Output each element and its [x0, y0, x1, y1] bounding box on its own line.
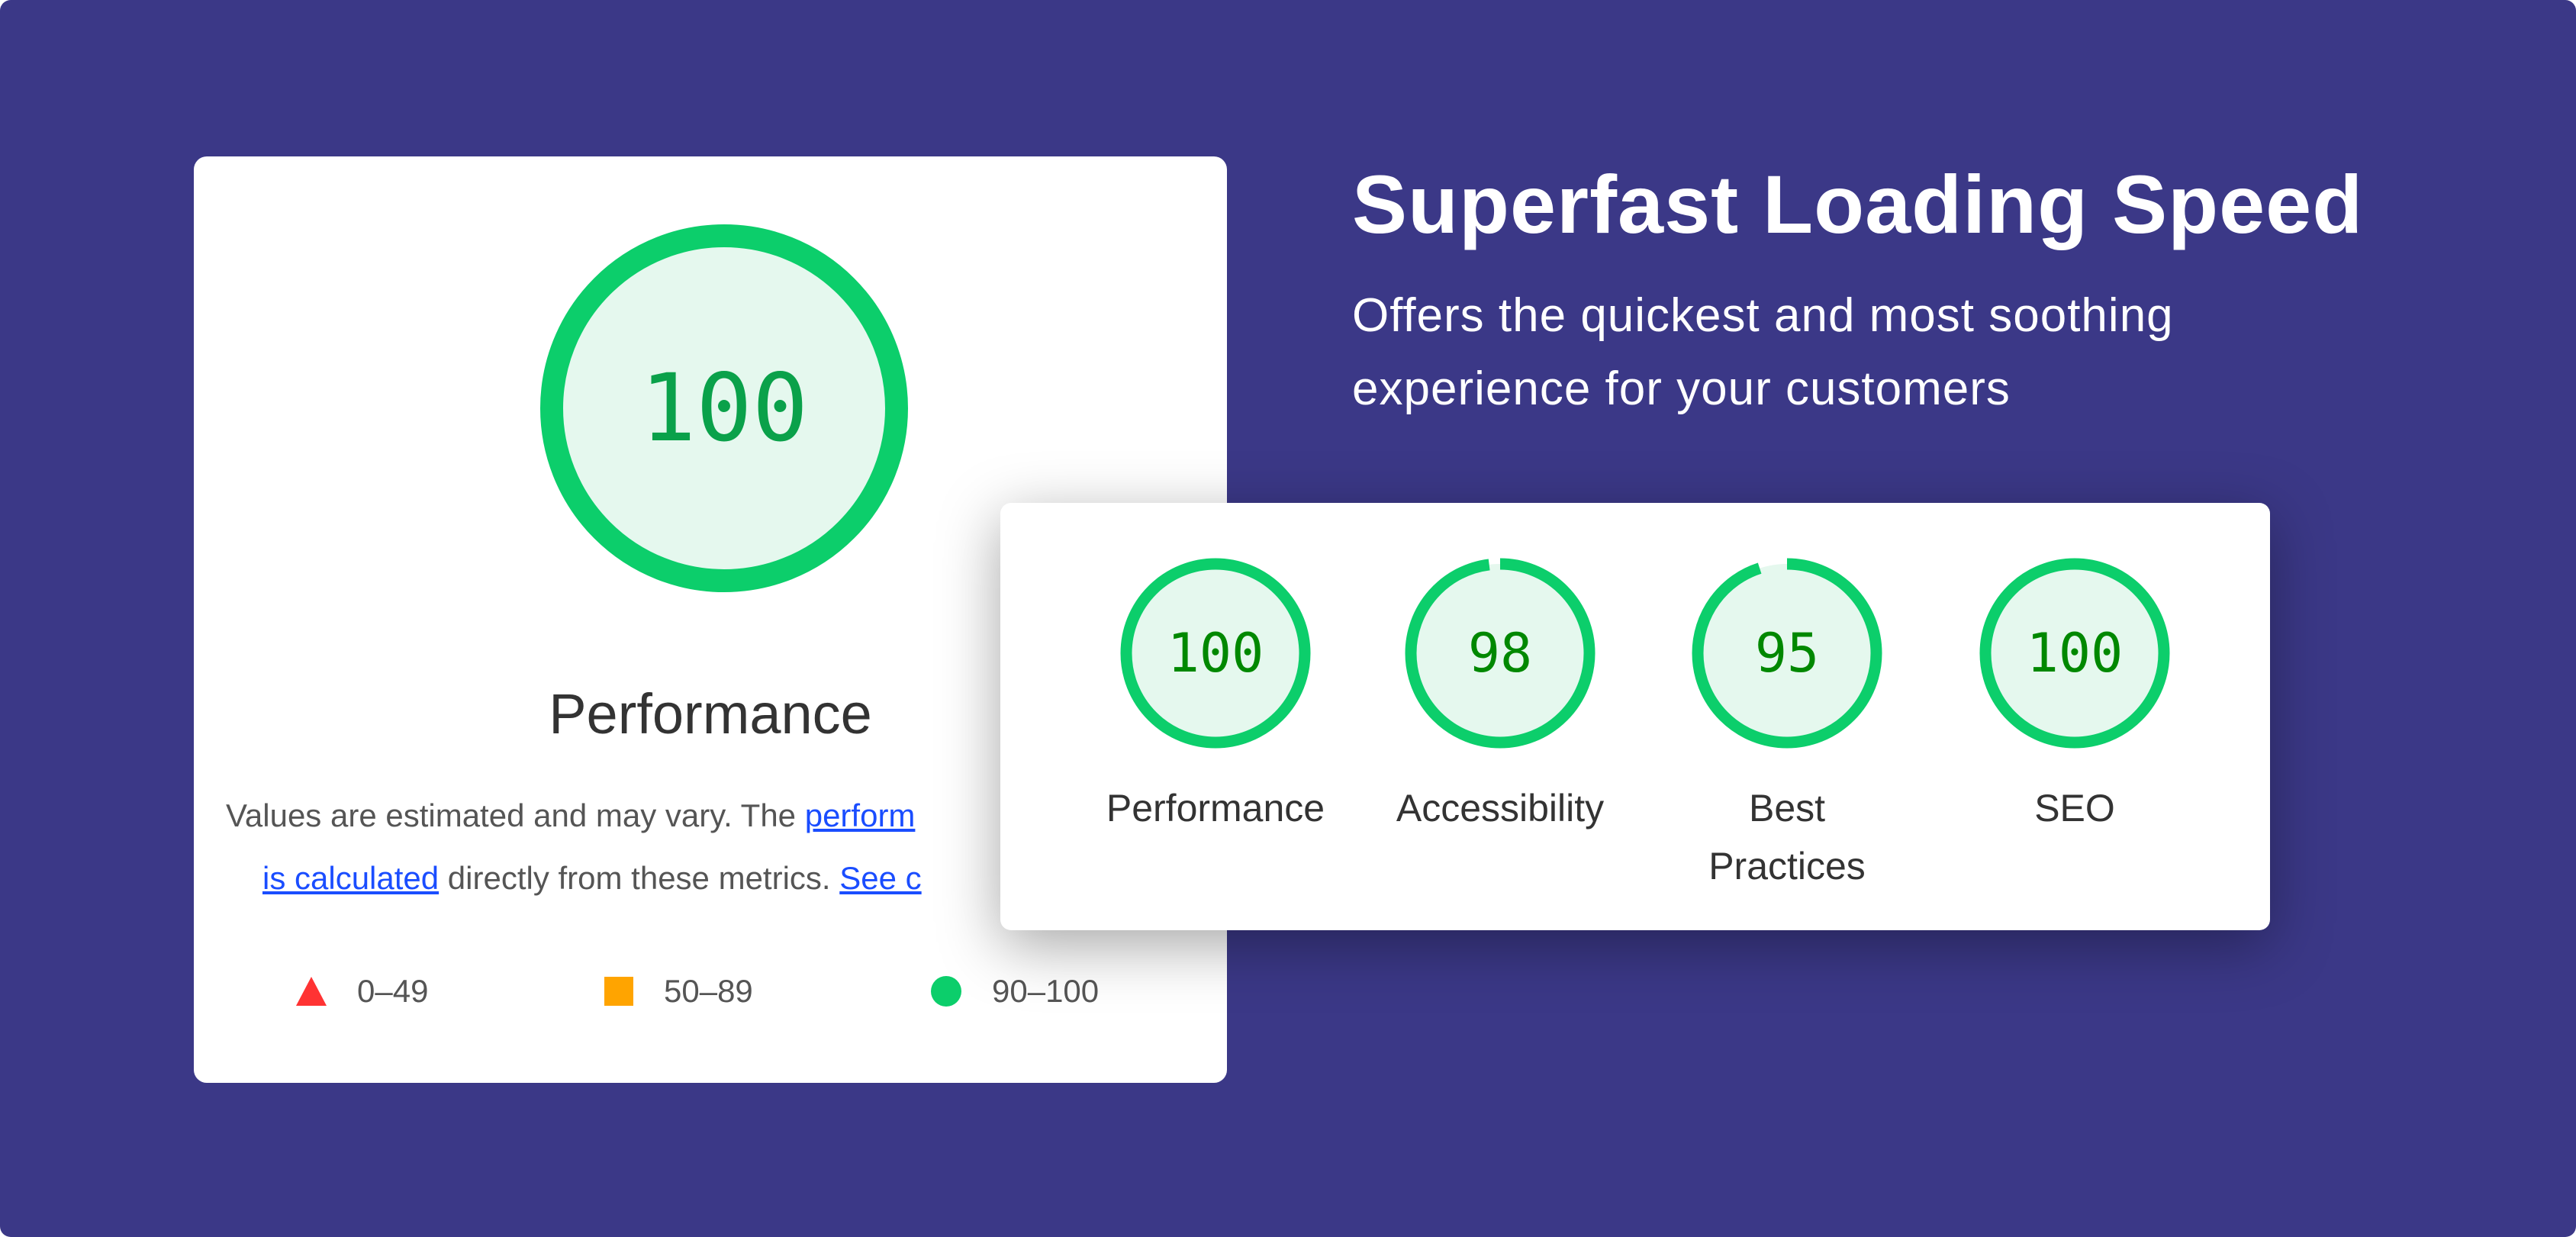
scores-card: 100 Performance 98 Accessibility 95 Best…	[1000, 503, 2270, 930]
see-calculator-link[interactable]: See c	[839, 860, 921, 896]
hero-title: Superfast Loading Speed	[1352, 158, 2364, 250]
score-gauge-accessibility: 98 Accessibility	[1363, 558, 1637, 837]
legend-fail: 0–49	[296, 973, 428, 1010]
description-text: directly from these metrics.	[439, 860, 840, 896]
performance-score: 100	[639, 354, 809, 462]
score-label: SEO	[2034, 787, 2115, 829]
square-icon	[604, 977, 633, 1006]
circle-icon	[931, 976, 961, 1007]
legend-label: 0–49	[357, 973, 429, 1009]
score-label: Performance	[1106, 787, 1325, 829]
score-gauge-best-practices: 95 Best Practices	[1650, 558, 1924, 895]
score-value: 95	[1754, 622, 1820, 685]
score-gauge-performance: 100 Performance	[1078, 558, 1353, 837]
triangle-icon	[296, 977, 327, 1006]
score-value: 98	[1467, 622, 1533, 685]
hero-subtitle-line-2: experience for your customers	[1352, 362, 2011, 415]
hero-subtitle-line-1: Offers the quickest and most soothing	[1352, 289, 2174, 342]
description-text: Values are estimated and may vary. The	[226, 797, 805, 833]
score-label: Best Practices	[1708, 787, 1866, 887]
is-calculated-link[interactable]: is calculated	[262, 860, 439, 896]
legend-label: 50–89	[664, 973, 753, 1009]
score-value: 100	[1167, 622, 1264, 685]
performance-score-link[interactable]: perform	[805, 797, 916, 833]
legend-pass: 90–100	[931, 973, 1099, 1010]
legend-label: 90–100	[992, 973, 1100, 1009]
score-value: 100	[2026, 622, 2124, 685]
legend-average: 50–89	[604, 973, 753, 1010]
score-gauge-seo: 100 SEO	[1937, 558, 2212, 837]
score-label: Accessibility	[1396, 787, 1605, 829]
